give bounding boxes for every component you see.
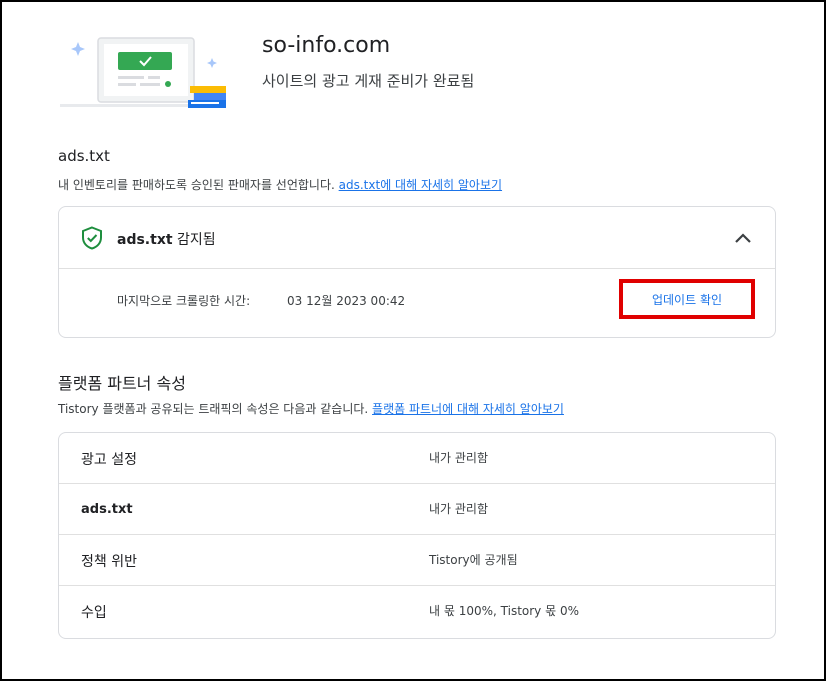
property-key: 수입 [81,605,107,621]
table-row: ads.txt 내가 관리함 [59,484,775,535]
property-key: 광고 설정 [81,452,137,468]
property-value: 내 몫 100%, Tistory 몫 0% [429,604,579,618]
ads-status-header[interactable]: ads.txt 감지됨 [59,207,775,269]
table-row: 정책 위반 Tistory에 공개됨 [59,535,775,586]
ads-section-title: ads.txt [58,147,110,165]
table-row: 수입 내 몫 100%, Tistory 몫 0% [59,586,775,637]
platform-learn-more-link[interactable]: 플랫폼 파트너에 대해 자세히 알아보기 [372,402,564,416]
platform-section-title: 플랫폼 파트너 속성 [58,374,186,393]
ads-learn-more-link[interactable]: ads.txt에 대해 자세히 알아보기 [339,178,502,192]
platform-section-description: Tistory 플랫폼과 공유되는 트래픽의 속성은 다음과 같습니다. 플랫폼… [58,400,564,417]
ads-detected-status: ads.txt 감지됨 [117,229,216,249]
shield-check-icon [82,226,102,250]
ads-status-card: ads.txt 감지됨 마지막으로 크롤링한 시간: 03 12월 2023 0… [58,206,776,338]
platform-description-text: Tistory 플랫폼과 공유되는 트래픽의 속성은 다음과 같습니다. [58,402,369,416]
property-value: 내가 관리함 [429,502,489,516]
property-key: ads.txt [81,502,133,517]
last-crawled-value: 03 12월 2023 00:42 [287,294,406,308]
site-name: so-info.com [262,33,391,58]
property-value: Tistory에 공개됨 [429,553,518,567]
ads-status-name: ads.txt [117,232,173,248]
ads-description-text: 내 인벤토리를 판매하도록 승인된 판매자를 선언합니다. [58,178,335,192]
site-ready-illustration [60,37,226,108]
table-row: 광고 설정 내가 관리함 [59,433,775,484]
app-window: so-info.com 사이트의 광고 게재 준비가 완료됨 ads.txt 내… [0,0,826,681]
property-value: 내가 관리함 [429,451,489,465]
site-status-text: 사이트의 광고 게재 준비가 완료됨 [262,72,475,90]
platform-properties-table: 광고 설정 내가 관리함 ads.txt 내가 관리함 정책 위반 Tistor… [58,432,776,639]
check-update-button[interactable]: 업데이트 확인 [619,279,755,319]
ads-status-text: 감지됨 [177,232,216,248]
site-header: so-info.com 사이트의 광고 게재 준비가 완료됨 [60,30,780,114]
ads-section-description: 내 인벤토리를 판매하도록 승인된 판매자를 선언합니다. ads.txt에 대… [58,176,502,193]
chevron-up-icon[interactable] [733,229,753,247]
property-key: 정책 위반 [81,554,137,570]
last-crawled-label: 마지막으로 크롤링한 시간: [117,294,251,308]
